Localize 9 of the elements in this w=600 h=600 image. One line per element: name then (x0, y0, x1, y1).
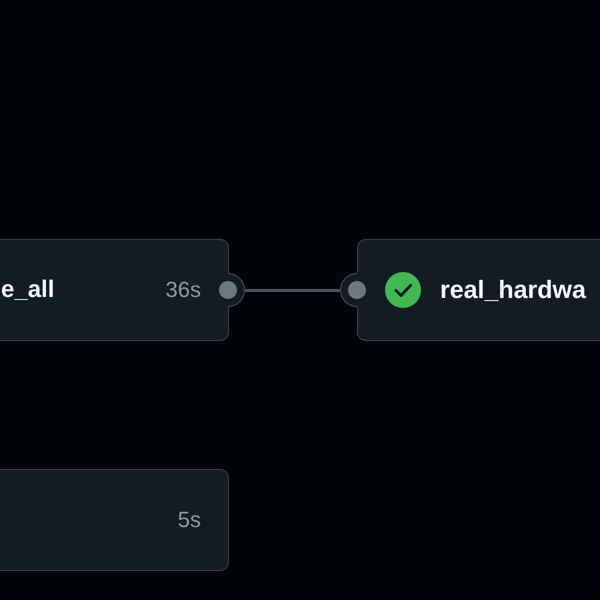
job-duration: 5s (178, 506, 201, 534)
output-port-icon[interactable] (218, 272, 246, 308)
job-name: e_all (1, 275, 54, 305)
job-node[interactable]: 5s (0, 469, 229, 571)
job-duration: 36s (166, 276, 201, 304)
job-node[interactable]: e_all 36s (0, 239, 229, 341)
job-node[interactable]: real_hardwa (357, 239, 600, 341)
job-name: real_hardwa (440, 275, 586, 305)
input-port-icon[interactable] (339, 272, 367, 308)
